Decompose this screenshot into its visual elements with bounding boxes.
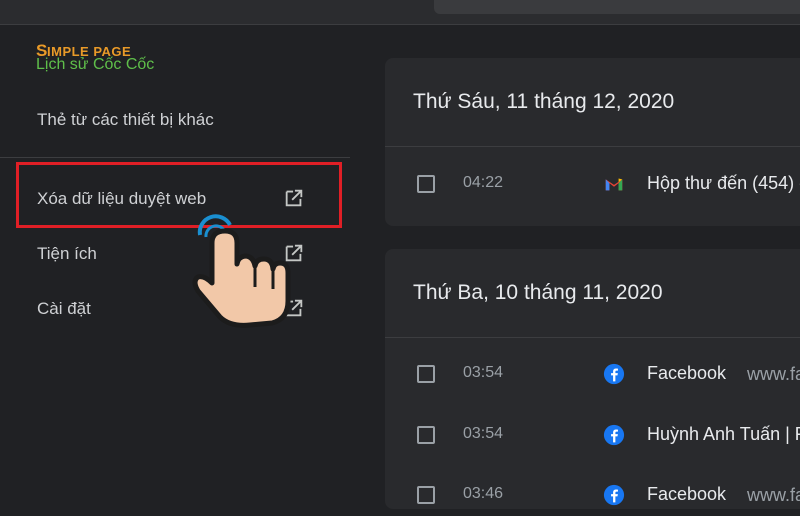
gmail-icon <box>605 178 623 191</box>
pointing-hand-icon <box>192 214 291 328</box>
group-header: Thứ Ba, 10 tháng 11, 2020 <box>385 249 800 338</box>
history-group-card: Thứ Sáu, 11 tháng 12, 2020 04:22 Hộp thư… <box>385 58 800 226</box>
sidebar-divider <box>0 157 350 158</box>
entry-title[interactable]: Huỳnh Anh Tuấn | F <box>647 424 800 445</box>
entry-checkbox[interactable] <box>417 486 435 504</box>
facebook-icon <box>603 363 625 385</box>
sidebar-title: Lịch sử Cốc Cốc <box>36 56 155 73</box>
history-entry[interactable]: 04:22 Hộp thư đến (454) - <box>385 165 800 205</box>
browser-top-bar <box>0 0 800 25</box>
sidebar-item-other-devices[interactable]: Thẻ từ các thiết bị khác <box>0 100 340 140</box>
history-entry[interactable]: 03:54 Facebook www.fa <box>385 355 800 395</box>
entry-time: 03:46 <box>463 485 504 502</box>
entry-url: www.fa <box>747 364 800 384</box>
search-bar[interactable] <box>434 0 800 14</box>
group-date: Thứ Ba, 10 tháng 11, 2020 <box>413 281 663 304</box>
entry-checkbox[interactable] <box>417 426 435 444</box>
entry-time: 03:54 <box>463 425 504 442</box>
entry-url: www.fa <box>747 485 800 505</box>
facebook-icon <box>603 424 625 446</box>
history-group-card: Thứ Ba, 10 tháng 11, 2020 03:54 Facebook… <box>385 249 800 509</box>
entry-checkbox[interactable] <box>417 365 435 383</box>
history-entry[interactable]: 03:54 Huỳnh Anh Tuấn | F <box>385 416 800 456</box>
entry-time: 03:54 <box>463 364 504 381</box>
entry-title[interactable]: Hộp thư đến (454) - <box>647 173 800 194</box>
entry-title[interactable]: Facebook <box>647 484 726 505</box>
facebook-icon <box>603 484 625 506</box>
sidebar-item-label: Tiện ích <box>37 244 97 263</box>
sidebar-item-label: Thẻ từ các thiết bị khác <box>37 110 214 129</box>
history-entry[interactable]: 03:46 Facebook www.fa <box>385 476 800 516</box>
group-header: Thứ Sáu, 11 tháng 12, 2020 <box>385 58 800 147</box>
entry-time: 04:22 <box>463 174 504 191</box>
group-date: Thứ Sáu, 11 tháng 12, 2020 <box>413 90 675 113</box>
entry-checkbox[interactable] <box>417 175 435 193</box>
entry-title[interactable]: Facebook <box>647 363 726 384</box>
sidebar-item-label: Cài đặt <box>37 299 91 318</box>
